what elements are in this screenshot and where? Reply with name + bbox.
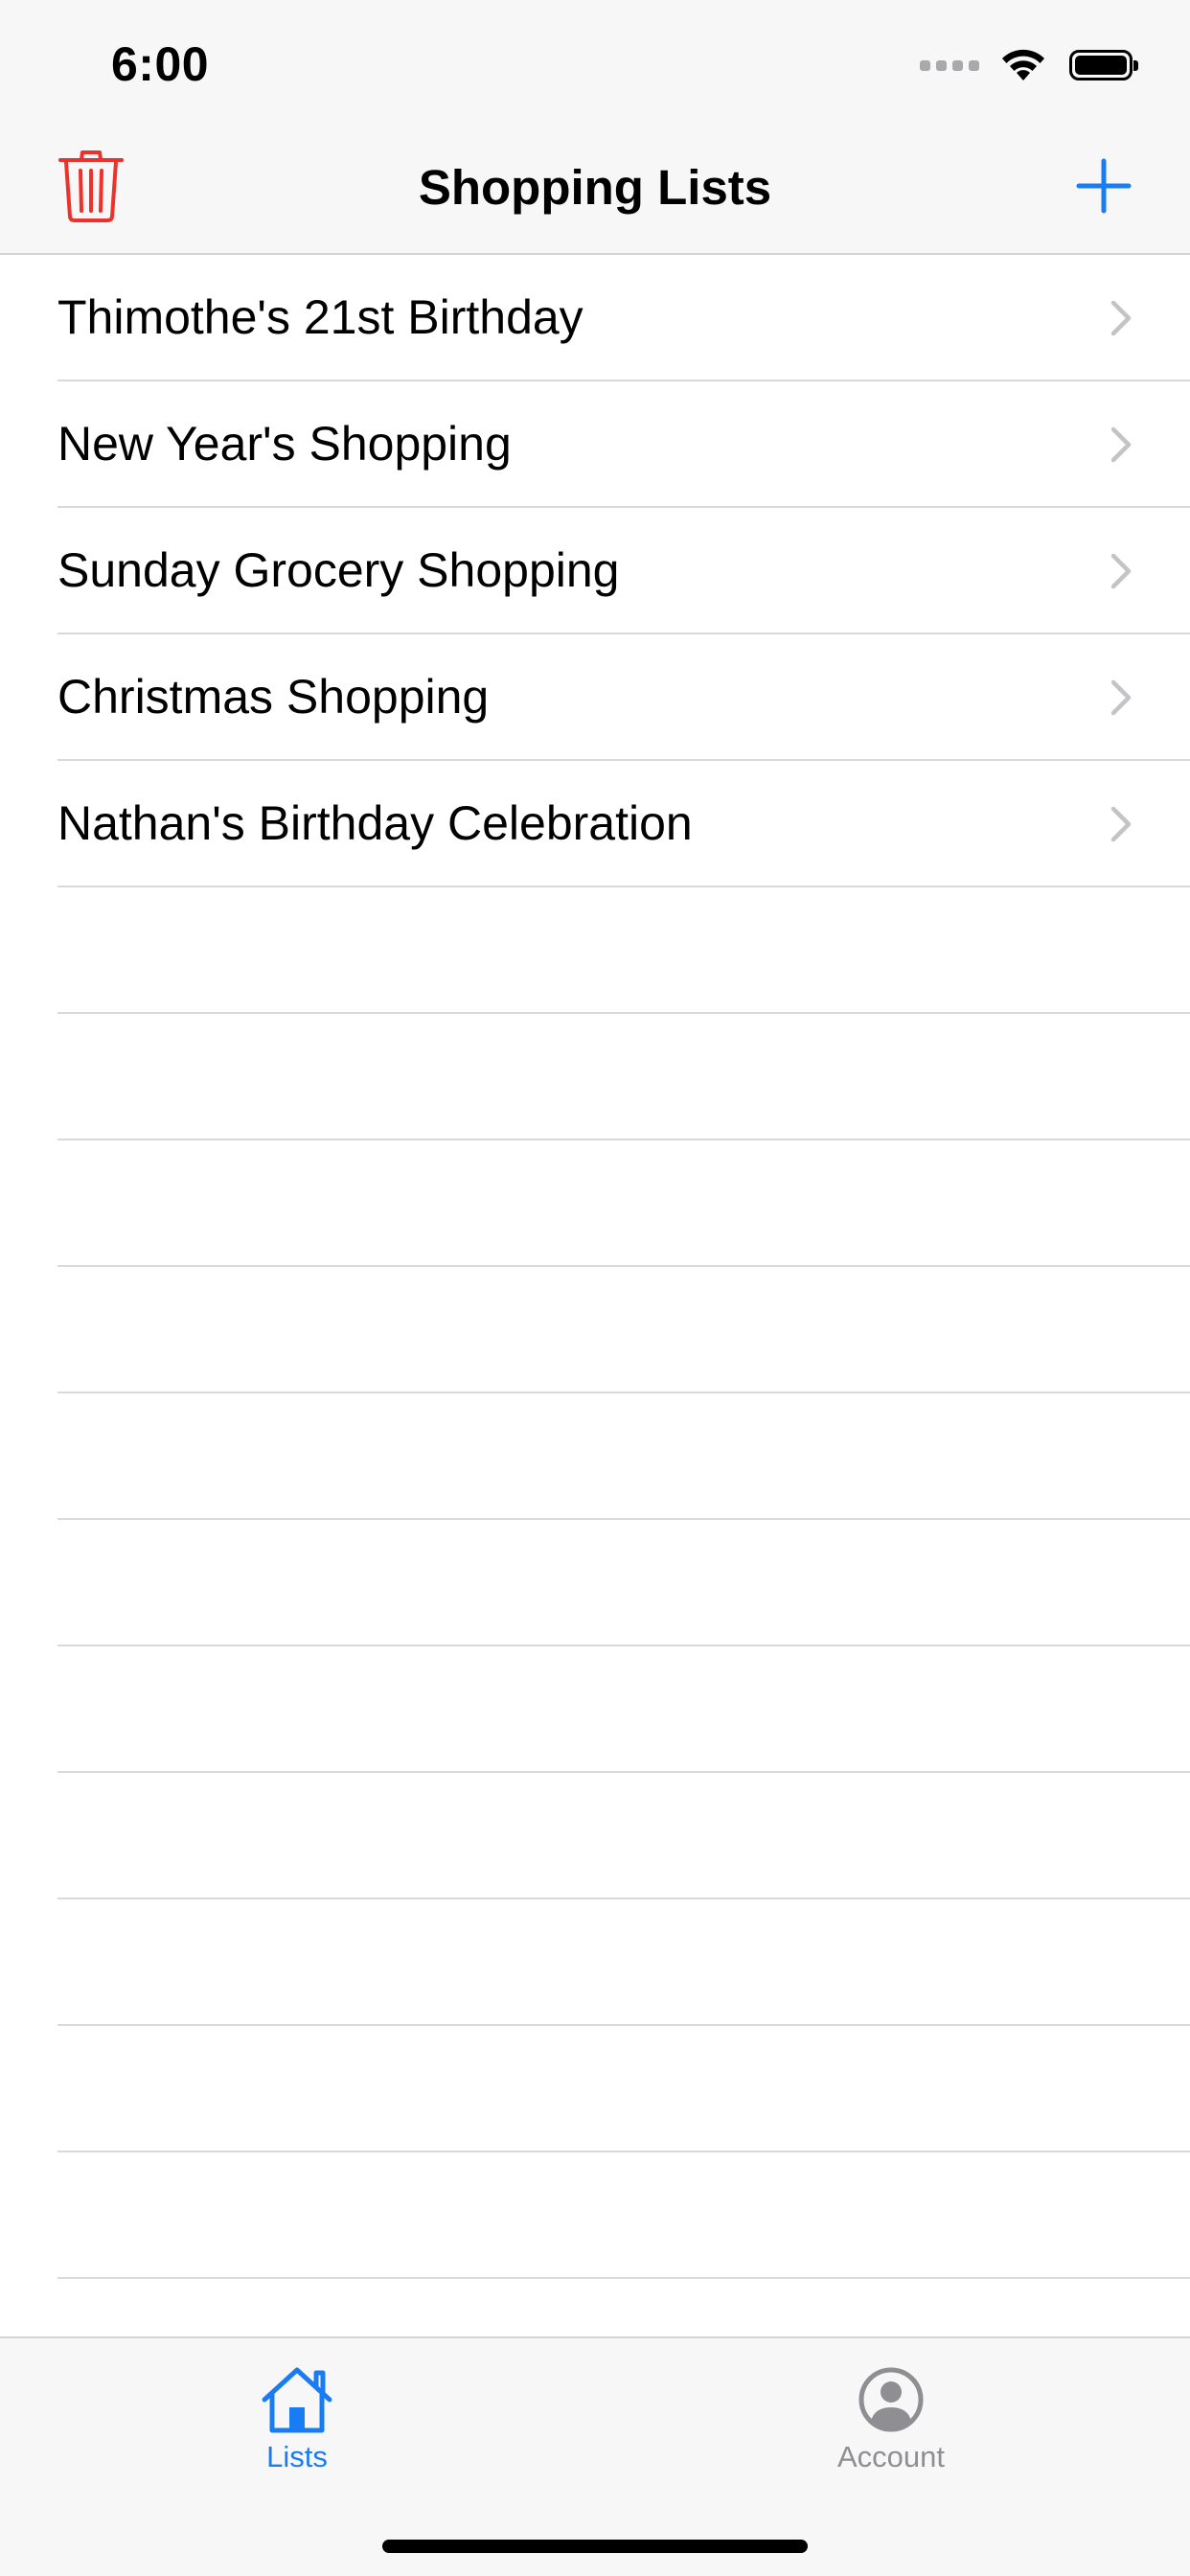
tab-account[interactable]: Account	[747, 2365, 1035, 2474]
list-item[interactable]: Sunday Grocery Shopping	[57, 508, 1190, 634]
top-bar: 6:00 Shopping Lists	[0, 0, 1190, 255]
list-item[interactable]: Nathan's Birthday Celebration	[57, 761, 1190, 887]
chevron-right-icon	[1110, 553, 1132, 589]
shopping-lists-table: Thimothe's 21st Birthday New Year's Shop…	[0, 255, 1190, 2279]
chevron-right-icon	[1110, 426, 1132, 463]
empty-table-row	[57, 1014, 1190, 1140]
person-circle-icon	[858, 2367, 924, 2432]
empty-table-row	[57, 1773, 1190, 1899]
chevron-right-icon	[1110, 679, 1132, 716]
empty-table-row	[57, 2026, 1190, 2152]
empty-table-row	[57, 1393, 1190, 1520]
list-item-label: Nathan's Birthday Celebration	[57, 796, 693, 850]
tab-lists-label: Lists	[266, 2440, 328, 2473]
battery-icon	[1069, 50, 1138, 80]
house-icon	[262, 2367, 332, 2433]
page-title: Shopping Lists	[418, 160, 772, 215]
tab-lists[interactable]: Lists	[153, 2365, 441, 2474]
tab-account-label: Account	[836, 2440, 945, 2473]
empty-table-row	[57, 2152, 1190, 2279]
add-list-button[interactable]	[1075, 157, 1133, 215]
list-item[interactable]: New Year's Shopping	[57, 381, 1190, 508]
chevron-right-icon	[1110, 300, 1132, 336]
status-indicators	[920, 42, 1138, 88]
empty-table-row	[57, 887, 1190, 1014]
home-indicator	[382, 2540, 808, 2553]
empty-table-row	[57, 1267, 1190, 1393]
empty-table-row	[57, 1520, 1190, 1646]
cellular-signal-icon	[920, 59, 979, 71]
list-item-label: New Year's Shopping	[57, 417, 512, 471]
list-item-label: Thimothe's 21st Birthday	[57, 290, 584, 344]
wifi-icon	[1002, 49, 1044, 80]
status-time: 6:00	[111, 37, 210, 91]
list-item[interactable]: Christmas Shopping	[57, 634, 1190, 761]
empty-table-row	[57, 1899, 1190, 2026]
empty-table-row	[57, 1646, 1190, 1773]
list-item-label: Sunday Grocery Shopping	[57, 543, 620, 597]
list-item-label: Christmas Shopping	[57, 670, 490, 724]
empty-table-row	[57, 1140, 1190, 1267]
list-item[interactable]: Thimothe's 21st Birthday	[57, 255, 1190, 381]
app-screen: 6:00 Shopping Lists Thimothe's 21st Birt…	[0, 0, 1190, 2576]
chevron-right-icon	[1110, 806, 1132, 842]
